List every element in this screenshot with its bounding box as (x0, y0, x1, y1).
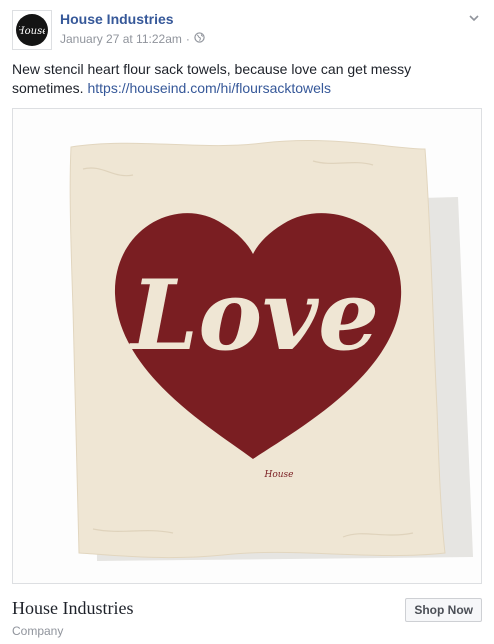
signature-mark: House (263, 470, 293, 480)
footer-title[interactable]: House Industries (12, 598, 133, 619)
love-lettering: Love (128, 259, 379, 372)
avatar-logo: House (16, 14, 48, 46)
chevron-down-icon[interactable] (466, 10, 482, 26)
footer-subtitle: Company (12, 624, 64, 638)
towel-illustration: Love House (69, 140, 473, 561)
meta-separator: · (185, 32, 190, 46)
post-link[interactable]: https://houseind.com/hi/floursacktowels (87, 80, 331, 96)
post-header: House House Industries January 27 at 11:… (12, 10, 482, 52)
post-timestamp[interactable]: January 27 at 11:22am (60, 32, 182, 46)
svg-text:House: House (19, 26, 45, 37)
avatar[interactable]: House (12, 10, 52, 50)
shop-now-button[interactable]: Shop Now (405, 598, 482, 622)
page-name-link[interactable]: House Industries (60, 11, 174, 27)
link-footer: House Industries Company Shop Now (12, 594, 482, 640)
post-image[interactable]: Love House (12, 108, 482, 584)
post-meta: January 27 at 11:22am · (60, 32, 205, 46)
globe-icon[interactable] (194, 32, 205, 46)
post-message: New stencil heart flour sack towels, bec… (12, 60, 482, 98)
